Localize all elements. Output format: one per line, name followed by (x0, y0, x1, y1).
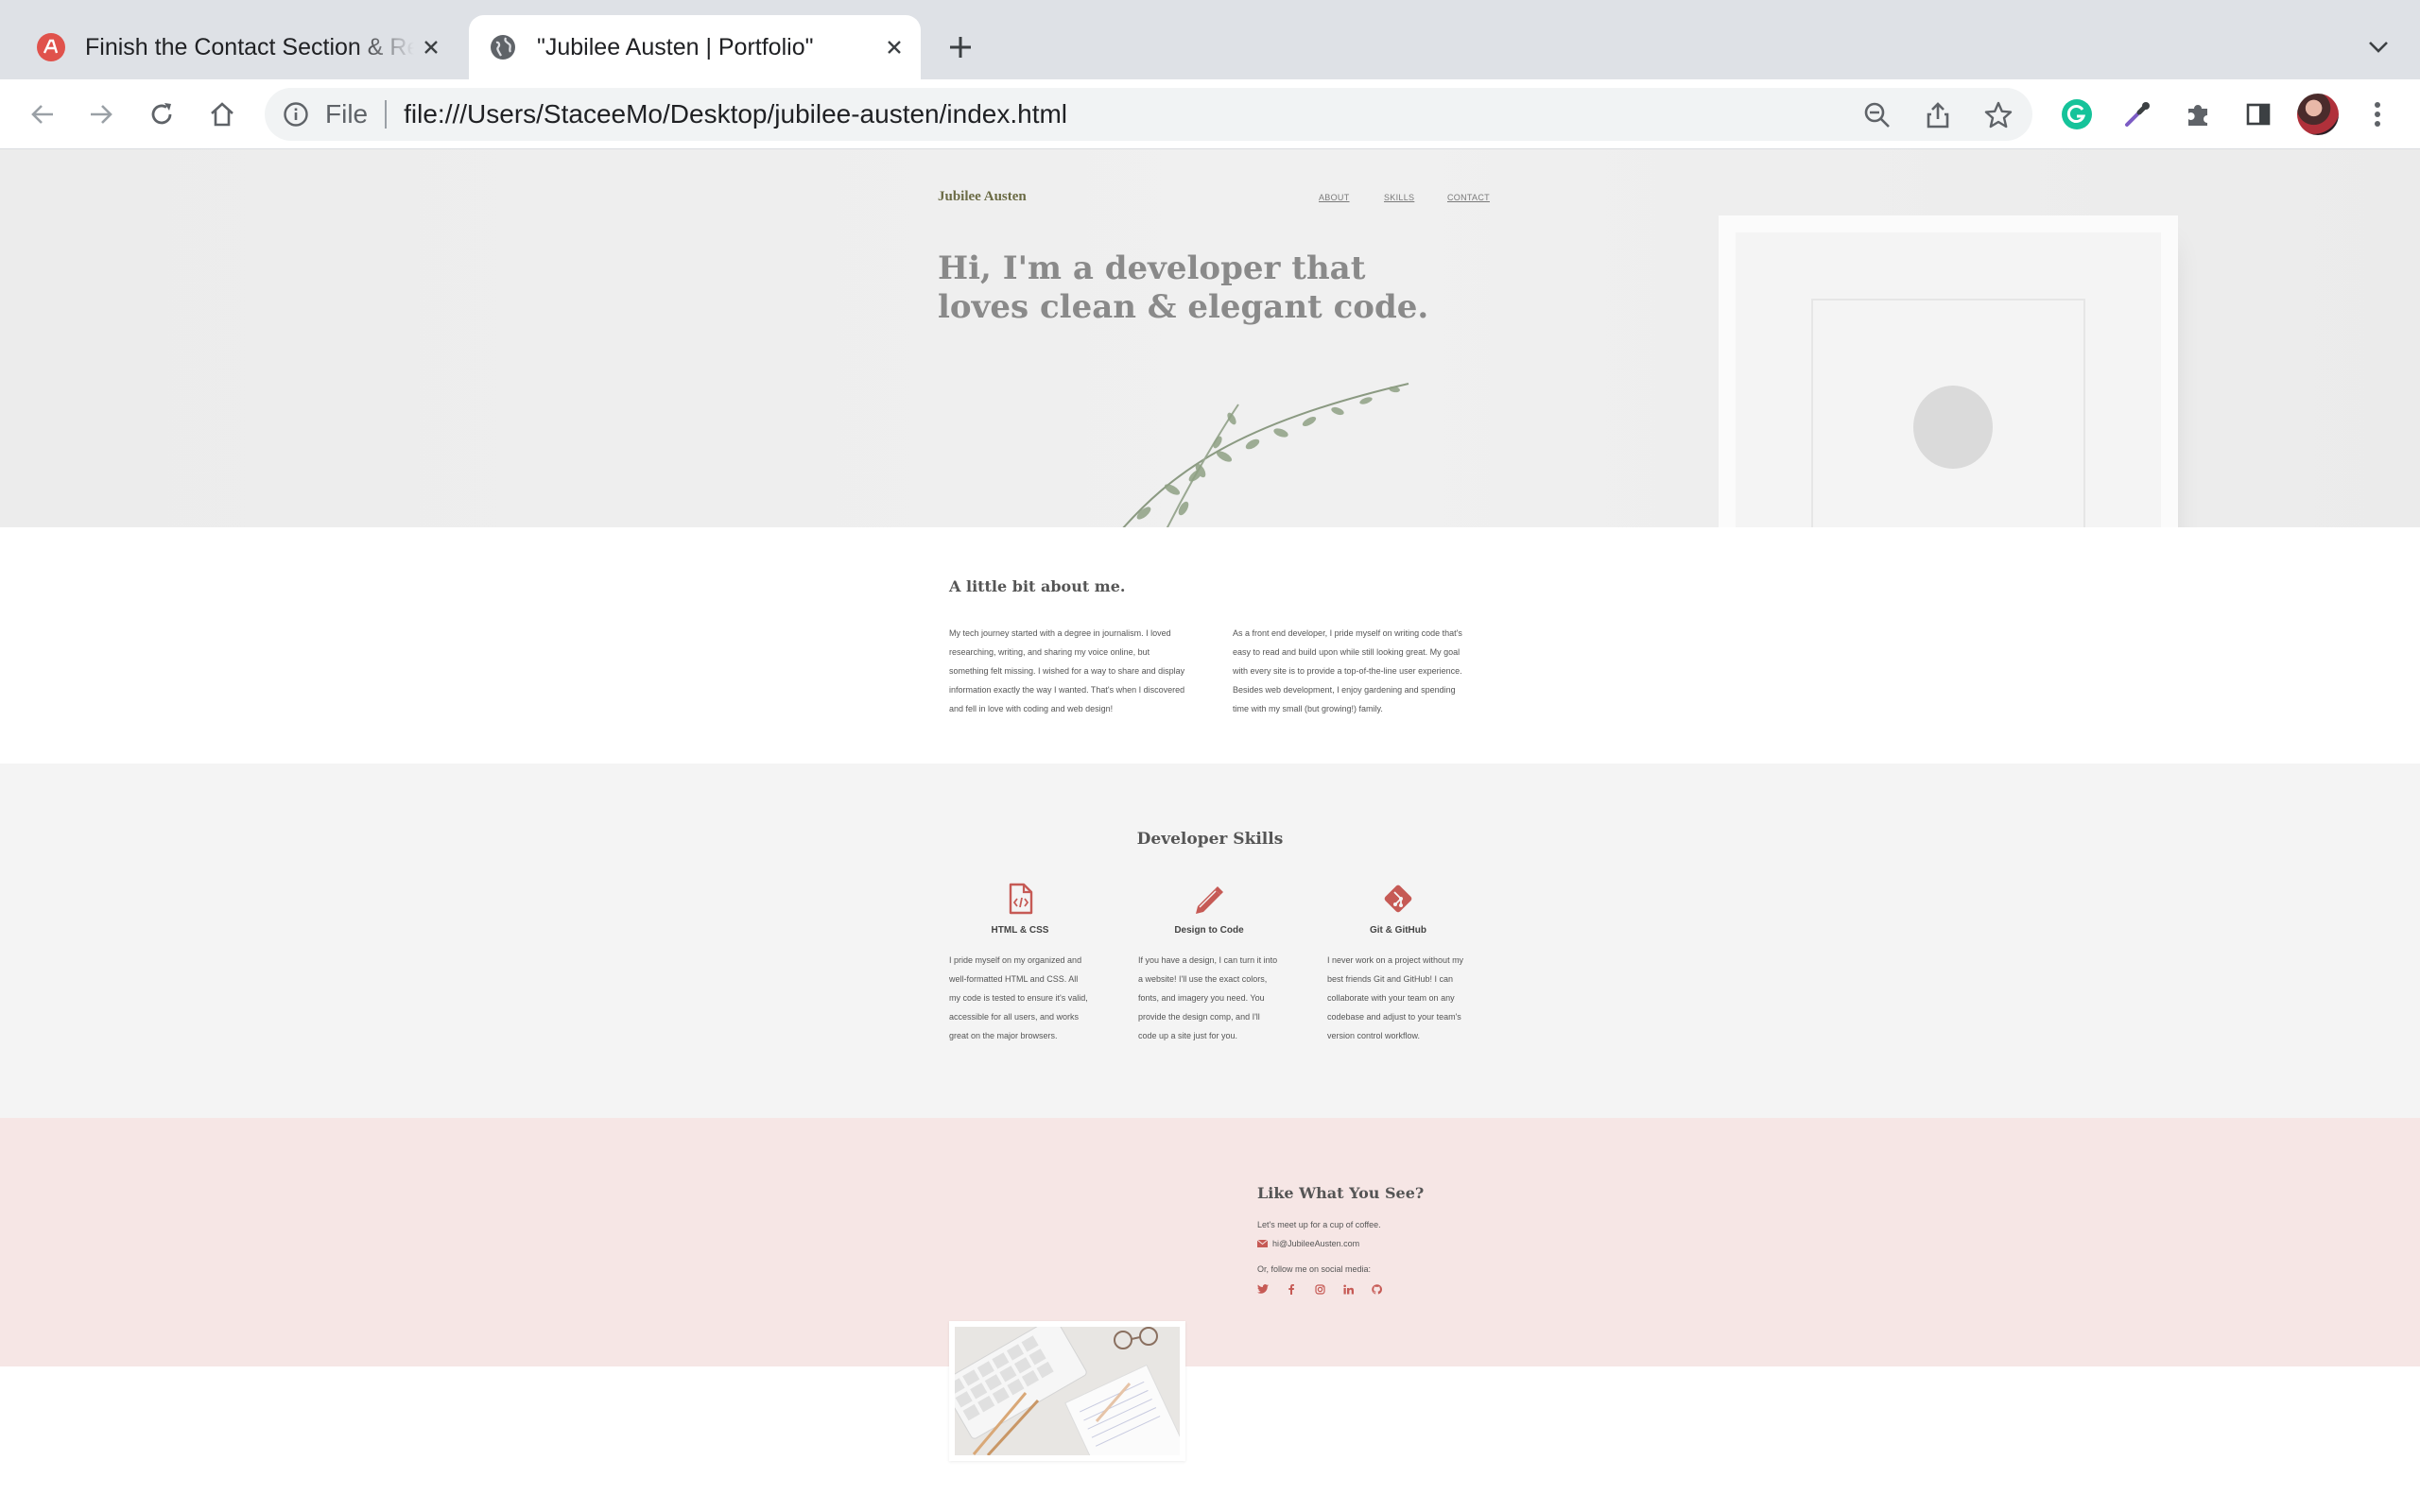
hero-title: Hi, I'm a developer that loves clean & e… (938, 249, 1429, 326)
kebab-menu-icon (2375, 102, 2380, 127)
code-file-icon (1009, 883, 1033, 915)
zoom-out-icon[interactable] (1862, 100, 1893, 130)
github-icon[interactable] (1371, 1283, 1382, 1295)
browser-menu-button[interactable] (2358, 94, 2397, 134)
info-icon[interactable] (282, 100, 310, 129)
linkedin-icon[interactable] (1342, 1283, 1354, 1295)
skill-title: HTML & CSS (991, 925, 1049, 936)
contact-section: Like What You See? Let's meet up for a c… (0, 1118, 2420, 1461)
skill-card-design-to-code: Design to Code If you have a design, I c… (1138, 882, 1280, 1045)
contact-intro: Let's meet up for a cup of coffee. (1257, 1220, 1381, 1229)
side-panel-button[interactable] (2238, 94, 2278, 134)
grammarly-extension[interactable] (2057, 94, 2097, 134)
skill-card-html-css: HTML & CSS I pride myself on my organize… (949, 882, 1091, 1045)
back-button[interactable] (23, 94, 62, 134)
scheme-label: File (325, 99, 369, 129)
tab-title: Finish the Contact Section & Responsive … (85, 33, 414, 60)
arrow-right-icon (91, 105, 112, 124)
about-heading: A little bit about me. (949, 577, 1126, 595)
contact-email[interactable]: hi@JubileeAusten.com (1272, 1239, 1359, 1248)
forward-button[interactable] (81, 94, 121, 134)
globe-icon (488, 32, 518, 62)
plus-icon (950, 37, 971, 58)
about-section: A little bit about me. My tech journey s… (0, 527, 2420, 764)
skills-heading: Developer Skills (1136, 830, 1284, 849)
contact-desk-image (949, 1321, 1185, 1461)
home-icon (211, 102, 233, 127)
hero-plant-image (1122, 383, 1409, 527)
side-panel-icon (2246, 103, 2271, 126)
color-picker-extension[interactable] (2118, 94, 2157, 134)
arrow-left-icon (31, 105, 53, 124)
tab-portfolio[interactable]: "Jubilee Austen | Portfolio" (469, 15, 921, 79)
nav-link-contact[interactable]: CONTACT (1447, 193, 1490, 202)
twitter-icon[interactable] (1257, 1283, 1269, 1295)
address-bar[interactable]: File file:///Users/StaceeMo/Desktop/jubi… (265, 88, 2032, 141)
pencil-icon (1196, 886, 1223, 914)
skills-section: Developer Skills HTML & CSS I pride myse… (0, 764, 2420, 1118)
eyedropper-icon (2125, 102, 2150, 127)
site-logo[interactable]: Jubilee Austen (938, 189, 1027, 205)
contact-heading: Like What You See? (1257, 1184, 1425, 1202)
share-icon[interactable] (1923, 100, 1953, 130)
hero-section: Jubilee Austen ABOUT SKILLS CONTACT Hi, … (0, 149, 2420, 527)
social-label: Or, follow me on social media: (1257, 1264, 1372, 1274)
chevron-down-icon (2369, 42, 2388, 53)
skill-description: If you have a design, I can turn it into… (1138, 955, 1278, 1040)
social-links (1257, 1283, 1382, 1295)
skill-description: I pride myself on my organized and well-… (949, 955, 1088, 1040)
home-button[interactable] (202, 94, 242, 134)
reload-button[interactable] (142, 94, 182, 134)
reload-icon (151, 103, 172, 125)
skill-description: I never work on a project without my bes… (1327, 955, 1464, 1040)
skill-title: Design to Code (1174, 925, 1244, 936)
facebook-icon[interactable] (1286, 1283, 1297, 1295)
nav-link-skills[interactable]: SKILLS (1384, 193, 1414, 202)
bookmark-star-icon[interactable] (1983, 100, 2014, 130)
skill-card-git-github: Git & GitHub I never work on a project w… (1327, 882, 1469, 1045)
about-paragraph-2: As a front end developer, I pride myself… (1233, 628, 1462, 713)
about-paragraph-1: My tech journey started with a degree in… (949, 628, 1185, 713)
tab-finish-contact[interactable]: Finish the Contact Section & Responsive … (23, 15, 458, 79)
tab-search-button[interactable] (2360, 28, 2397, 66)
instagram-icon[interactable] (1314, 1283, 1325, 1295)
extensions-button[interactable] (2178, 94, 2218, 134)
envelope-icon (1257, 1240, 1268, 1247)
contact-email-row[interactable]: hi@JubileeAusten.com (1257, 1239, 1359, 1248)
profile-avatar[interactable] (2297, 94, 2339, 135)
close-icon[interactable] (877, 30, 911, 64)
new-tab-button[interactable] (942, 28, 979, 66)
nav-link-about[interactable]: ABOUT (1319, 193, 1350, 202)
grammarly-icon (2062, 99, 2092, 129)
page-viewport: Jubilee Austen ABOUT SKILLS CONTACT Hi, … (0, 149, 2420, 1512)
divider (385, 100, 388, 129)
close-icon[interactable] (414, 30, 448, 64)
tab-title: "Jubilee Austen | Portfolio" (537, 33, 814, 60)
skill-title: Git & GitHub (1370, 925, 1426, 936)
puzzle-icon (2188, 105, 2207, 126)
hero-frame-image (1736, 232, 2161, 527)
app-logo-icon (36, 32, 66, 62)
browser-toolbar: File file:///Users/StaceeMo/Desktop/jubi… (0, 79, 2420, 149)
url-text[interactable]: file:///Users/StaceeMo/Desktop/jubilee-a… (404, 99, 1067, 129)
git-icon (1384, 885, 1412, 913)
tab-strip: Finish the Contact Section & Responsive … (0, 0, 2420, 79)
